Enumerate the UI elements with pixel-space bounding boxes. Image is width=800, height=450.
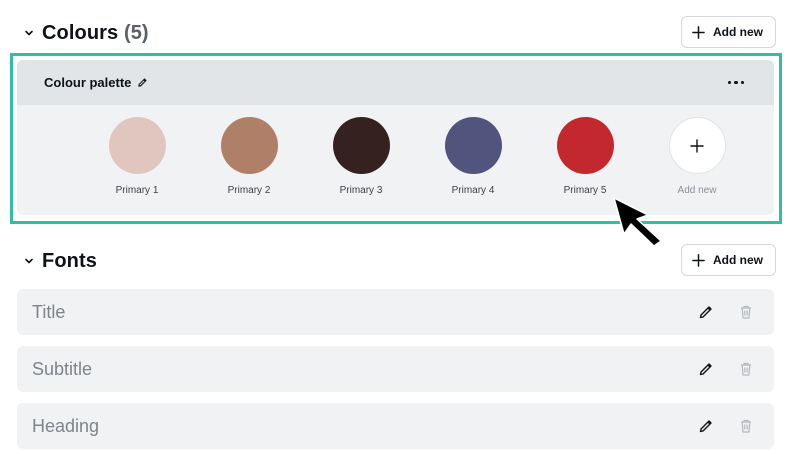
swatch-label: Primary 2 [227, 185, 271, 196]
plus-icon [692, 253, 705, 267]
plus-icon [690, 138, 704, 153]
colours-title: Colours (5) [42, 21, 149, 44]
font-label: Heading [32, 415, 100, 436]
colours-count: (5) [123, 21, 149, 44]
pencil-icon [699, 420, 712, 433]
add-colour-button[interactable]: Add new [681, 16, 776, 48]
pencil-icon [138, 78, 147, 87]
swatch-circle[interactable] [332, 117, 390, 174]
chevron-down-icon [24, 256, 34, 266]
swatch-label: Primary 3 [339, 185, 383, 196]
add-font-label: Add new [713, 253, 763, 267]
swatch-label: Primary 1 [115, 185, 159, 196]
font-row-actions [698, 418, 754, 434]
swatch-primary-1[interactable]: Primary 1 [87, 117, 187, 196]
fonts-toggle[interactable]: Fonts [24, 244, 97, 278]
swatch-label: Primary 4 [451, 185, 495, 196]
colour-palette-card: Colour palette Primary 1 Primary 2 Prima… [17, 60, 774, 215]
add-colour-label: Add new [713, 25, 763, 39]
trash-icon [741, 362, 751, 376]
font-label: Title [32, 301, 66, 322]
add-font-button[interactable]: Add new [681, 244, 776, 276]
swatch-primary-3[interactable]: Primary 3 [311, 117, 411, 196]
more-options-button[interactable] [724, 77, 749, 89]
trash-icon [741, 305, 751, 319]
swatch-primary-2[interactable]: Primary 2 [199, 117, 299, 196]
delete-font-button[interactable] [738, 418, 754, 434]
swatch-circle[interactable] [556, 117, 614, 174]
edit-font-button[interactable] [698, 418, 714, 434]
swatch-circle[interactable] [444, 117, 502, 174]
add-swatch-circle[interactable] [668, 117, 726, 174]
fonts-section-header: Fonts Add new [24, 244, 776, 278]
more-horizontal-icon [727, 80, 731, 85]
add-swatch-button[interactable]: Add new [647, 117, 747, 196]
swatch-primary-4[interactable]: Primary 4 [423, 117, 523, 196]
font-row-subtitle[interactable]: Subtitle [17, 346, 774, 392]
font-label: Subtitle [32, 358, 93, 379]
font-row-title[interactable]: Title [17, 289, 774, 335]
delete-font-button[interactable] [738, 304, 754, 320]
font-row-actions [698, 361, 754, 377]
swatch-row: Primary 1 Primary 2 Primary 3 Primary 4 … [17, 117, 774, 207]
edit-font-button[interactable] [698, 304, 714, 320]
edit-font-button[interactable] [698, 361, 714, 377]
swatch-circle[interactable] [108, 117, 166, 174]
font-row-heading[interactable]: Heading [17, 403, 774, 449]
palette-name: Colour palette [44, 75, 132, 90]
fonts-title: Fonts [42, 249, 97, 272]
swatch-circle[interactable] [220, 117, 278, 174]
pencil-icon [699, 306, 712, 319]
chevron-down-icon [24, 28, 34, 38]
mouse-cursor-icon [613, 197, 662, 247]
font-row-actions [698, 304, 754, 320]
palette-header: Colour palette [17, 60, 774, 105]
colours-section-header: Colours (5) Add new [24, 16, 776, 50]
delete-font-button[interactable] [738, 361, 754, 377]
plus-icon [692, 25, 705, 39]
trash-icon [741, 419, 751, 433]
swatch-primary-5[interactable]: Primary 5 [535, 117, 635, 196]
pencil-icon [699, 363, 712, 376]
colours-toggle[interactable]: Colours (5) [24, 16, 149, 50]
swatch-label: Primary 5 [563, 185, 607, 196]
palette-name-edit[interactable]: Colour palette [44, 75, 148, 90]
add-swatch-label: Add new [677, 185, 717, 196]
